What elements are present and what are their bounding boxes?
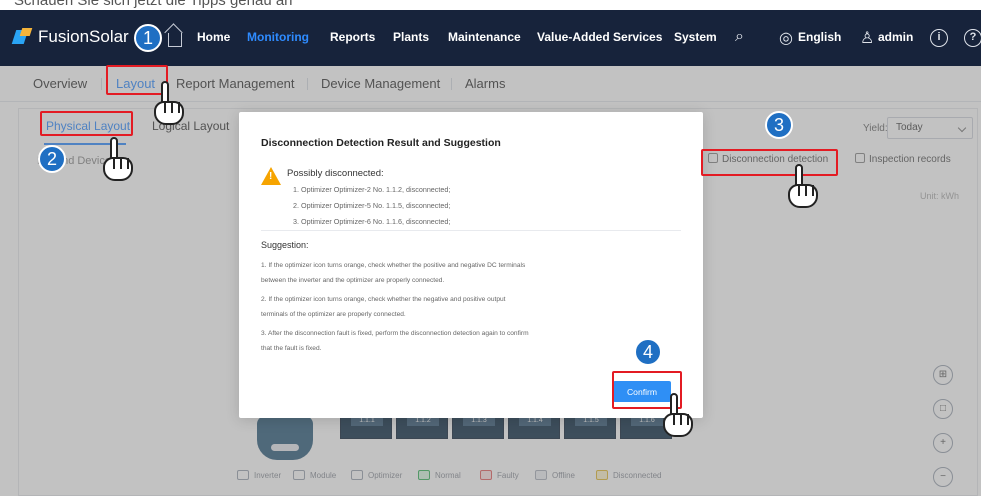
suggestion-line: between the inverter and the optimizer a…: [261, 277, 445, 284]
tutorial-caption: Schauen Sie sich jetzt die Tipps genau a…: [0, 0, 981, 10]
fusionsolar-logo-icon: [14, 28, 32, 46]
info-icon[interactable]: i: [930, 29, 948, 47]
nav-value-added-services[interactable]: Value-Added Services: [537, 30, 662, 44]
dialog-title: Disconnection Detection Result and Sugge…: [261, 137, 501, 149]
fusionsolar-logo[interactable]: FusionSolar: [14, 27, 129, 47]
step-4-badge: 4: [634, 338, 662, 366]
app-name: FusionSolar: [38, 27, 129, 46]
user-icon[interactable]: ♙: [860, 28, 874, 48]
language-selector[interactable]: English: [798, 30, 841, 44]
nav-plants[interactable]: Plants: [393, 30, 429, 44]
disconnected-optimizer-item: 2. Optimizer Optimizer-5 No. 1.1.5, disc…: [293, 201, 451, 210]
suggestion-line: terminals of the optimizer are properly …: [261, 311, 406, 318]
warning-icon: [261, 167, 281, 185]
search-icon[interactable]: ⌕: [735, 28, 744, 46]
step-2-badge: 2: [38, 145, 66, 173]
screenshot-frame: { "caption": {"text": "Schauen Sie sich …: [0, 0, 981, 496]
globe-icon[interactable]: ◎: [779, 28, 793, 48]
step-3-badge: 3: [765, 111, 793, 139]
suggestion-line: 1. If the optimizer icon turns orange, c…: [261, 262, 526, 269]
suggestion-heading: Suggestion:: [261, 240, 309, 250]
nav-maintenance[interactable]: Maintenance: [448, 30, 521, 44]
pointer-hand-icon: [152, 81, 186, 129]
nav-home[interactable]: Home: [197, 30, 230, 44]
help-icon[interactable]: ?: [964, 29, 981, 47]
suggestion-line: 2. If the optimizer icon turns orange, c…: [261, 296, 506, 303]
user-name[interactable]: admin: [878, 30, 913, 44]
pointer-hand-icon: [101, 137, 135, 185]
nav-monitoring[interactable]: Monitoring: [247, 30, 309, 44]
pointer-hand-icon: [786, 164, 820, 212]
home-icon[interactable]: [168, 33, 182, 47]
disconnected-optimizer-item: 1. Optimizer Optimizer-2 No. 1.1.2, disc…: [293, 185, 451, 194]
disconnected-optimizer-item: 3. Optimizer Optimizer-6 No. 1.1.6, disc…: [293, 217, 451, 226]
nav-reports[interactable]: Reports: [330, 30, 375, 44]
pointer-hand-icon: [661, 393, 695, 441]
nav-system[interactable]: System: [674, 30, 717, 44]
suggestion-line: that the fault is fixed.: [261, 345, 322, 352]
suggestion-line: 3. After the disconnection fault is fixe…: [261, 330, 529, 337]
step-1-badge: 1: [134, 24, 162, 52]
dialog-divider: [261, 230, 681, 231]
annotation-physical-layout-box: [40, 111, 133, 136]
possibly-disconnected-heading: Possibly disconnected:: [287, 168, 384, 179]
caption-text: Schauen Sie sich jetzt die Tipps genau a…: [14, 0, 293, 9]
